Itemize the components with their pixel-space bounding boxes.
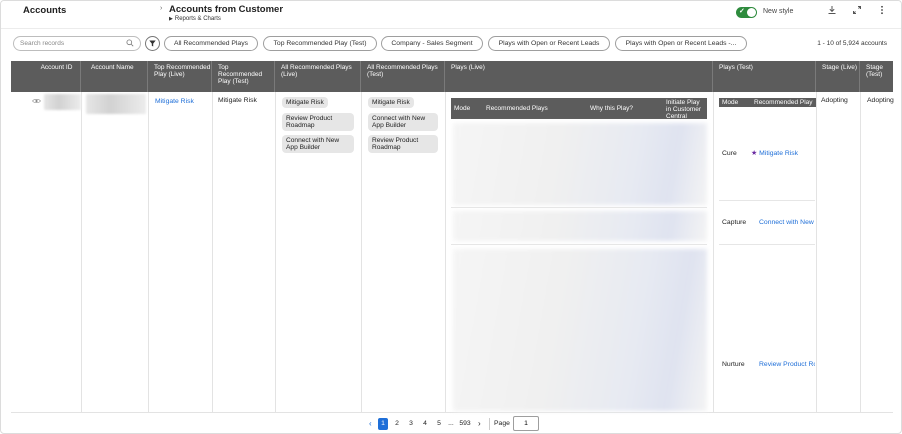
top-play-test-value: Mitigate Risk <box>218 97 257 104</box>
inner-row-divider <box>719 200 815 201</box>
plays-test-inner-header: Mode Recommended Play <box>719 98 816 107</box>
col-divider <box>713 92 714 413</box>
page-label: Page <box>494 420 510 427</box>
plays-live-redacted-3 <box>453 249 707 411</box>
chip-all-recommended-plays[interactable]: All Recommended Plays <box>164 36 258 51</box>
all-live-pill: Review Product Roadmap <box>282 113 354 131</box>
download-icon[interactable] <box>825 5 839 19</box>
all-test-pill: Connect with New App Builder <box>368 113 438 131</box>
star-icon: ★ <box>751 150 758 157</box>
col-stage-live[interactable]: Stage (Live) <box>816 61 860 92</box>
inner-row-divider <box>451 207 707 208</box>
plays-test-mode: Cure <box>722 150 737 157</box>
inner-col-initiate: Initiate Play in Customer Central <box>666 99 702 120</box>
top-header: Accounts › Accounts from Customer ▶ Repor… <box>1 1 901 28</box>
table-header: Account ID Account Name Top Recommended … <box>11 61 893 92</box>
col-divider <box>275 92 276 413</box>
breadcrumb-title[interactable]: Accounts from Customer <box>169 4 283 15</box>
page-3[interactable]: 3 <box>406 418 416 430</box>
inner-col-mode: Mode <box>454 105 471 112</box>
toggle-knob <box>747 8 756 17</box>
plays-live-redacted-1 <box>453 123 707 205</box>
inner-row-divider <box>719 244 815 245</box>
chip-plays-open-recent-leads[interactable]: Plays with Open or Recent Leads <box>488 36 610 51</box>
page-last[interactable]: 593 <box>458 418 472 430</box>
plays-test-play-link[interactable]: Connect with New <box>759 219 815 226</box>
chip-top-recommended-play-test[interactable]: Top Recommended Play (Test) <box>263 36 377 51</box>
inner-col-recommended-play-test: Recommended Play <box>754 99 813 106</box>
col-plays-test[interactable]: Plays (Test) <box>713 61 816 92</box>
col-divider <box>148 92 149 413</box>
col-divider <box>445 92 446 413</box>
inner-col-why: Why this Play? <box>590 105 633 112</box>
col-divider <box>816 92 817 413</box>
row-divider <box>11 412 893 413</box>
page-5[interactable]: 5 <box>434 418 444 430</box>
filter-button[interactable] <box>145 36 160 51</box>
filter-icon <box>149 40 156 47</box>
col-plays-live[interactable]: Plays (Live) <box>445 61 713 92</box>
inner-col-recommended-plays: Recommended Plays <box>486 105 548 112</box>
search-box[interactable] <box>13 36 141 51</box>
eye-icon[interactable] <box>32 98 41 104</box>
plays-test-play-link[interactable]: Mitigate Risk <box>759 150 798 157</box>
plays-live-redacted-2 <box>453 211 707 241</box>
header-divider <box>1 28 901 29</box>
col-account-name[interactable]: Account Name <box>81 61 148 92</box>
plays-test-mode: Nurture <box>722 361 745 368</box>
inner-col-mode-test: Mode <box>722 99 739 106</box>
plays-live-inner-header: Mode Recommended Plays Why this Play? In… <box>451 98 707 120</box>
page-ellipsis: ... <box>448 420 454 427</box>
col-divider <box>860 92 861 413</box>
top-play-live-link[interactable]: Mitigate Risk <box>155 98 194 105</box>
col-divider <box>212 92 213 413</box>
record-count: 1 - 10 of 5,924 accounts <box>817 40 887 47</box>
col-all-plays-live[interactable]: All Recommended Plays (Live) <box>275 61 361 92</box>
account-name-redacted[interactable] <box>86 94 146 114</box>
new-style-toggle[interactable]: ✓ <box>736 7 757 18</box>
plays-test-play[interactable]: ★ Mitigate Risk <box>751 150 798 157</box>
stage-test-value: Adopting <box>867 97 894 104</box>
page-4[interactable]: 4 <box>420 418 430 430</box>
app-window: Accounts › Accounts from Customer ▶ Repor… <box>0 0 902 434</box>
check-icon: ✓ <box>739 8 745 15</box>
breadcrumb-sub[interactable]: ▶ Reports & Charts <box>169 16 221 22</box>
plays-test-play-link[interactable]: Review Product Ro <box>759 361 815 368</box>
chip-company-sales-segment[interactable]: Company - Sales Segment <box>381 36 483 51</box>
caret-right-icon: ▶ <box>169 16 173 22</box>
breadcrumb-caret: › <box>160 5 163 12</box>
col-all-plays-test[interactable]: All Recommended Plays (Test) <box>361 61 445 92</box>
stage-live-value: Adopting <box>821 97 848 104</box>
page-title: Accounts <box>23 5 67 16</box>
chip-plays-open-recent-leads-2[interactable]: Plays with Open or Recent Leads -... <box>615 36 747 51</box>
expand-icon[interactable] <box>850 5 864 19</box>
all-live-pill: Connect with New App Builder <box>282 135 354 153</box>
next-page-icon[interactable]: › <box>478 418 481 430</box>
page-2[interactable]: 2 <box>392 418 402 430</box>
all-test-pill: Review Product Roadmap <box>368 135 438 153</box>
plays-test-mode: Capture <box>722 219 747 226</box>
breadcrumb-sub-label: Reports & Charts <box>174 16 221 22</box>
all-live-pill: Mitigate Risk <box>282 97 328 108</box>
col-stage-test[interactable]: Stage (Test) <box>860 61 893 92</box>
col-top-play-live[interactable]: Top Recommended Play (Live) <box>148 61 212 92</box>
page-number-input[interactable] <box>513 416 539 431</box>
col-account-id[interactable]: Account ID <box>11 61 81 92</box>
inner-row-divider <box>451 244 707 245</box>
col-divider <box>81 92 82 413</box>
page-1[interactable]: 1 <box>378 418 388 430</box>
account-id-redacted <box>44 94 81 110</box>
search-input[interactable] <box>14 37 122 50</box>
new-style-label: New style <box>763 8 794 15</box>
col-top-play-test[interactable]: Top Recommended Play (Test) <box>212 61 275 92</box>
prev-page-icon[interactable]: ‹ <box>369 418 372 430</box>
search-icon[interactable] <box>126 39 134 47</box>
all-test-pill: Mitigate Risk <box>368 97 414 108</box>
col-divider <box>361 92 362 413</box>
more-vertical-icon[interactable] <box>875 5 889 19</box>
pager-divider <box>489 418 490 430</box>
